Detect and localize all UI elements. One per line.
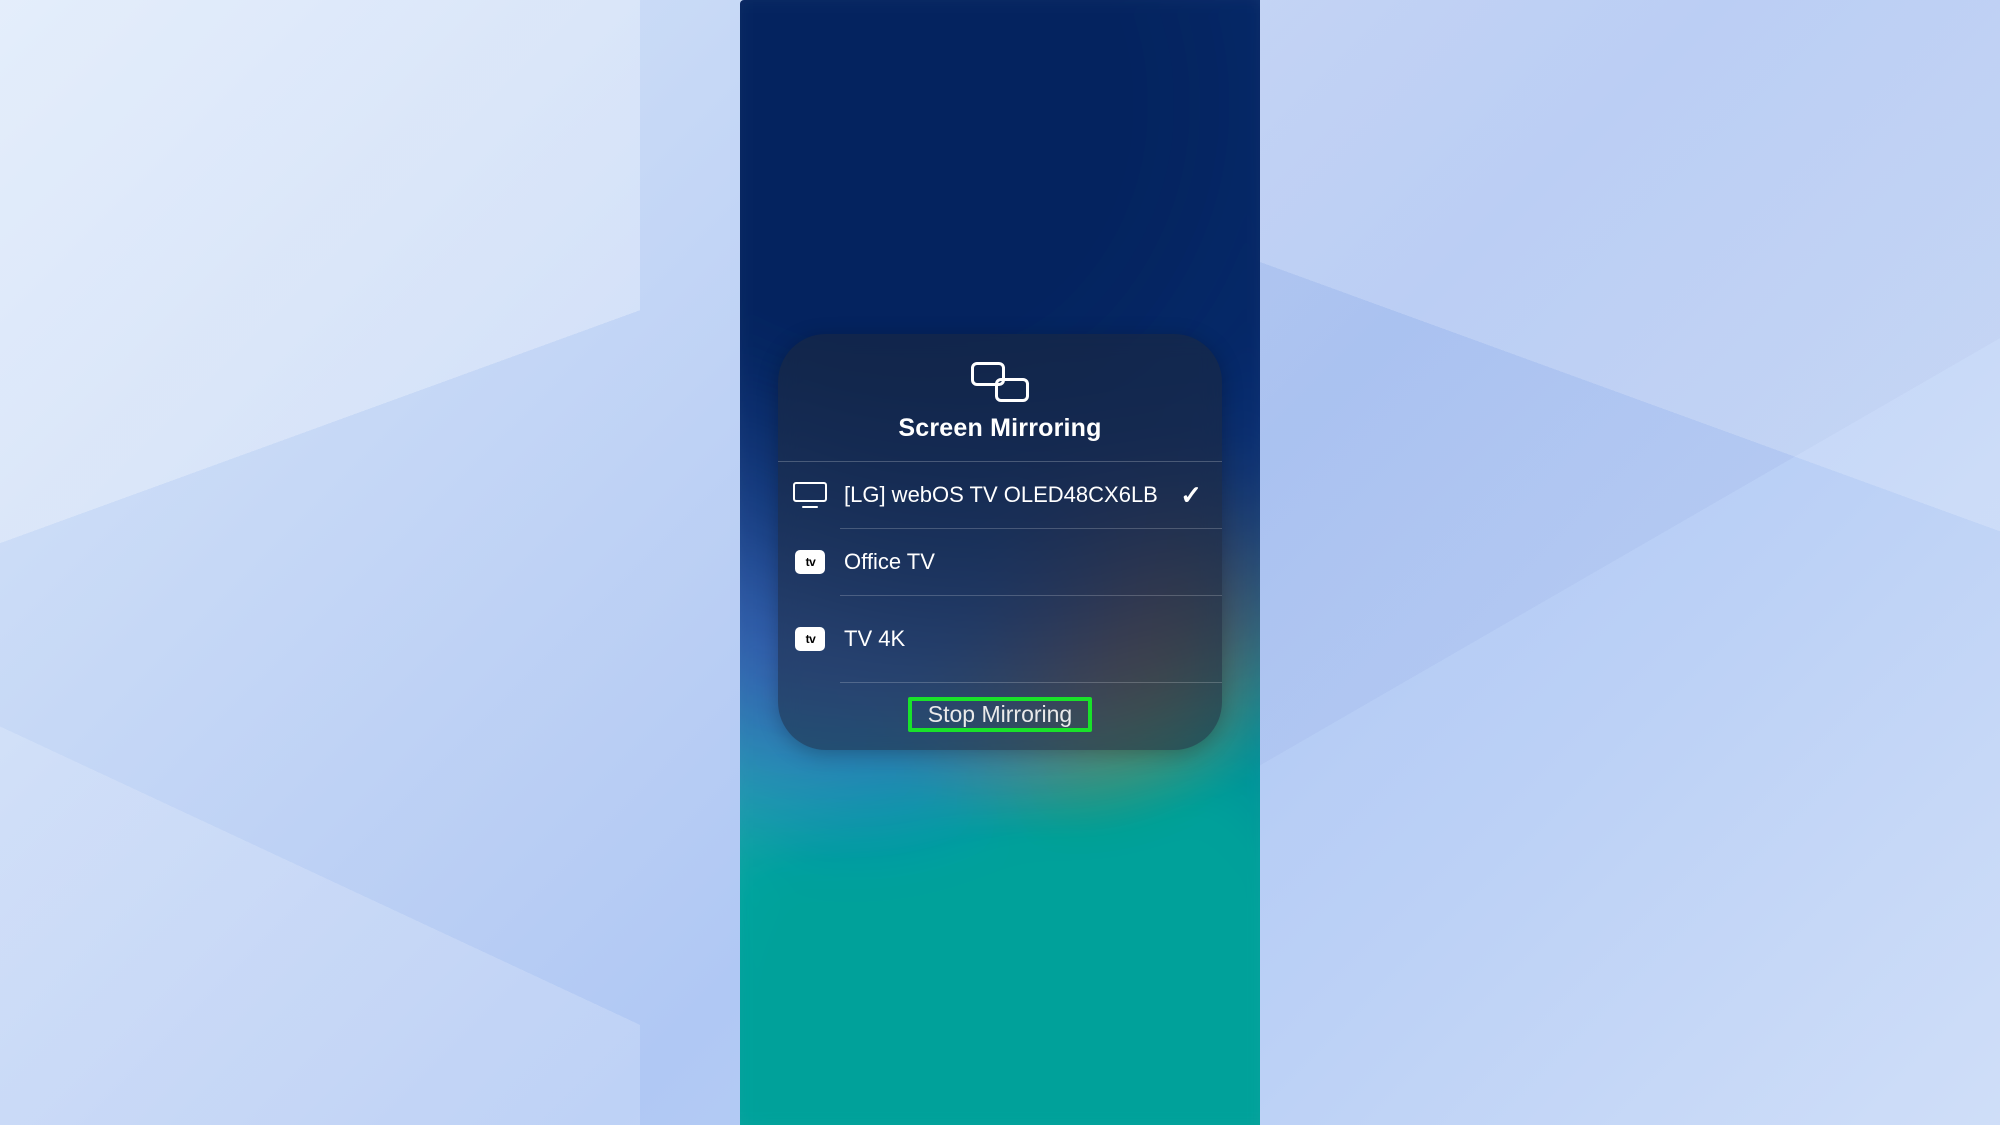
modal-title: Screen Mirroring <box>898 414 1101 443</box>
screen-mirroring-modal: Screen Mirroring [LG] webOS TV OLED48CX6… <box>778 334 1222 750</box>
tutorial-highlight-box: Stop Mirroring <box>908 697 1092 732</box>
modal-header: Screen Mirroring <box>778 334 1222 461</box>
device-row-office-tv[interactable]: tv Office TV <box>778 529 1222 595</box>
stop-mirroring-button[interactable]: Stop Mirroring <box>912 697 1088 733</box>
tv-icon <box>793 482 827 508</box>
checkmark-icon: ✓ <box>1180 480 1202 511</box>
modal-footer: Stop Mirroring <box>778 683 1222 750</box>
device-label: TV 4K <box>844 625 1202 653</box>
phone-screenshot: Screen Mirroring [LG] webOS TV OLED48CX6… <box>740 0 1260 1125</box>
device-label: Office TV <box>844 548 1202 576</box>
device-row-lg-tv[interactable]: [LG] webOS TV OLED48CX6LB ✓ <box>778 462 1222 528</box>
device-row-tv-4k[interactable]: tv TV 4K <box>778 596 1222 682</box>
apple-tv-icon: tv <box>795 627 825 651</box>
screen-mirroring-icon <box>971 362 1029 402</box>
device-label: [LG] webOS TV OLED48CX6LB <box>844 481 1164 509</box>
apple-tv-icon: tv <box>795 550 825 574</box>
